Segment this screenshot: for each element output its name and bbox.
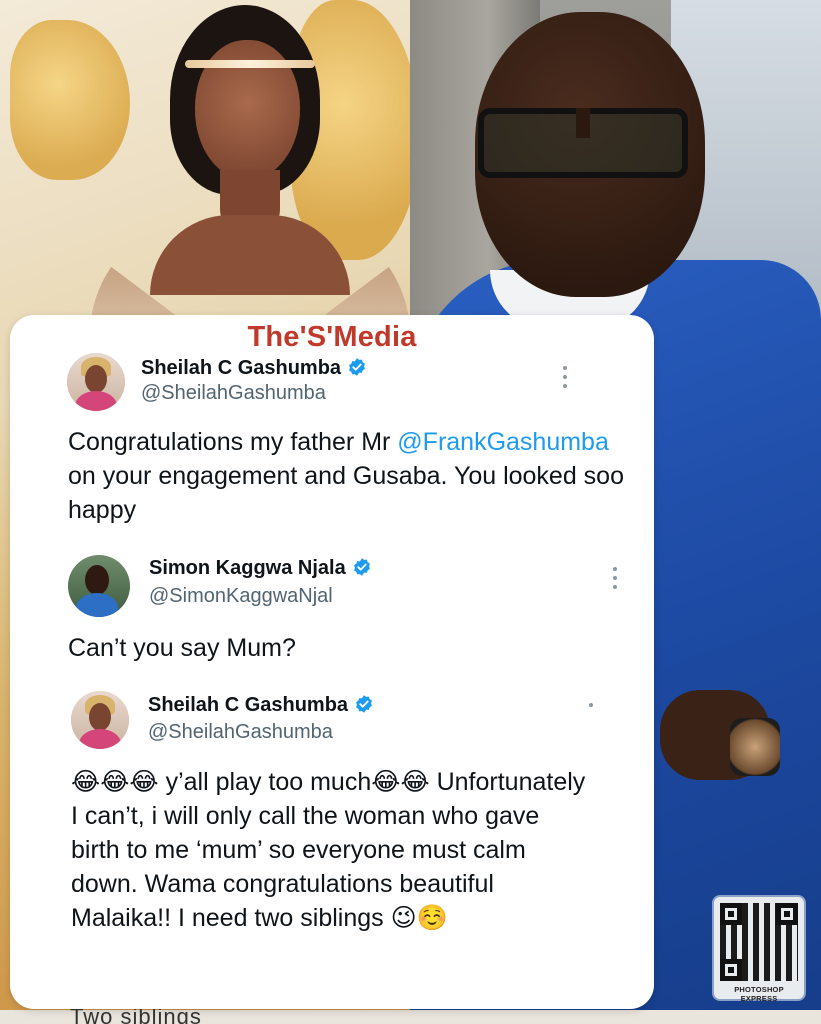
woman-headband [185, 60, 315, 68]
qr-code-badge: PHOTOSHOP EXPRESS [714, 897, 804, 1003]
man-glasses [478, 108, 688, 178]
author-handle[interactable]: @SimonKaggwaNjal [149, 585, 333, 608]
qr-label: PHOTOSHOP EXPRESS [734, 985, 784, 1003]
author-name[interactable]: Simon Kaggwa Njala [149, 557, 372, 580]
verified-badge-icon [356, 695, 372, 713]
tweet-thread-card: The'S'Media Sheilah C Gashumba @SheilahG… [10, 315, 654, 1009]
watermark-text: The'S'Media [247, 321, 417, 353]
verified-badge-icon [349, 358, 365, 376]
author-handle[interactable]: @SheilahGashumba [141, 382, 326, 405]
wristwatch-icon [730, 718, 780, 776]
author-name-text: Simon Kaggwa Njala [149, 557, 346, 579]
more-options-icon[interactable] [610, 567, 620, 589]
more-options-icon[interactable] [586, 703, 596, 713]
mention-link[interactable]: @FrankGashumba [397, 428, 609, 456]
tweet-text: 😂😂😂 y’all play too much😂😂 Unfortunately … [71, 768, 586, 932]
author-name[interactable]: Sheilah C Gashumba [141, 357, 367, 380]
avatar[interactable] [67, 353, 125, 411]
gold-decoration [10, 20, 130, 180]
more-options-icon[interactable] [560, 366, 570, 388]
author-name-text: Sheilah C Gashumba [141, 357, 342, 379]
author-handle[interactable]: @SheilahGashumba [148, 721, 333, 744]
verified-badge-icon [353, 558, 370, 576]
avatar[interactable] [68, 555, 130, 617]
avatar[interactable] [71, 691, 129, 749]
tweet-text: Congratulations my father Mr @FrankGashu… [68, 428, 624, 524]
author-name-text: Sheilah C Gashumba [148, 694, 349, 716]
tweet-text: Can’t you say Mum? [68, 634, 296, 662]
author-name[interactable]: Sheilah C Gashumba [148, 694, 374, 717]
qr-code-icon [720, 903, 798, 981]
bottom-strip: Two siblings [0, 1004, 821, 1024]
